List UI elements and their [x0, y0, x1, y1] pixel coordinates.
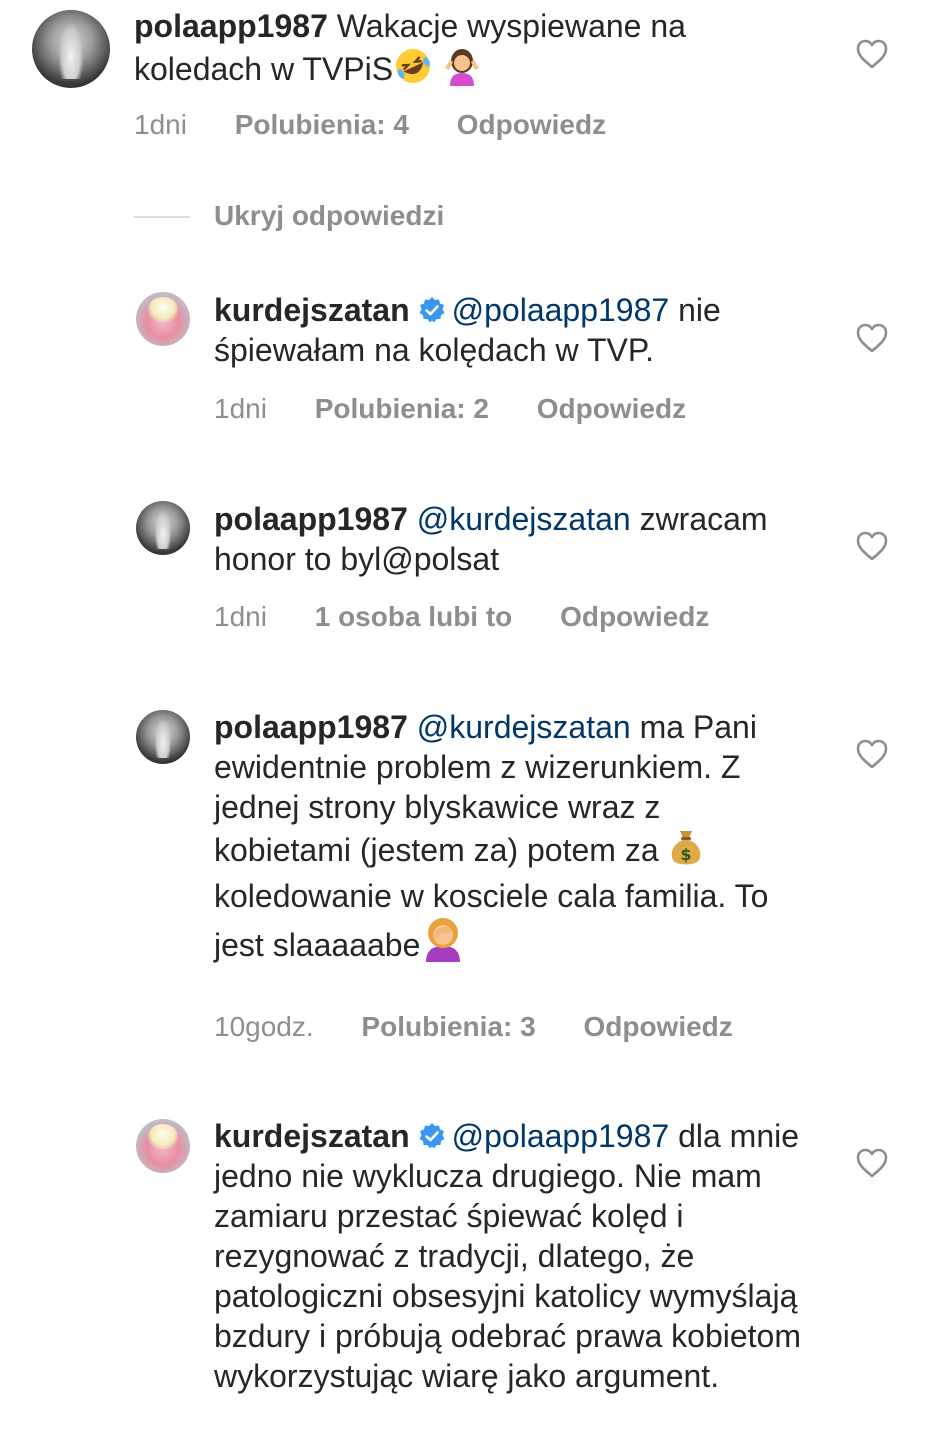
- person-shrugging-emoji: [442, 46, 482, 95]
- like-heart-icon[interactable]: [855, 1147, 889, 1179]
- username[interactable]: kurdejszatan: [214, 1118, 410, 1154]
- divider: [134, 216, 190, 218]
- avatar[interactable]: [32, 10, 110, 88]
- comment-meta: 1dni Polubienia: 4 Odpowiedz: [134, 108, 646, 142]
- rolling-on-floor-laughing-emoji: [393, 46, 433, 95]
- like-heart-icon[interactable]: [855, 38, 889, 70]
- person-facepalming-emoji: [420, 916, 466, 971]
- comment-meta: 10godz. Polubienia: 3 Odpowiedz: [214, 1010, 773, 1044]
- comment-text: kurdejszatan @polaapp1987 dla mnie jedno …: [214, 1116, 804, 1396]
- mention-link[interactable]: @kurdejszatan: [417, 709, 631, 745]
- timestamp: 1dni: [134, 109, 187, 140]
- svg-text:$: $: [680, 845, 691, 864]
- username[interactable]: polaapp1987: [134, 8, 328, 44]
- mention-link[interactable]: @kurdejszatan: [417, 501, 631, 537]
- timestamp: 1dni: [214, 393, 267, 424]
- avatar[interactable]: [136, 1119, 190, 1173]
- reply-button[interactable]: Odpowiedz: [537, 393, 686, 424]
- avatar[interactable]: [136, 501, 190, 555]
- timestamp: 1dni: [214, 601, 267, 632]
- avatar[interactable]: [136, 710, 190, 764]
- reply-button[interactable]: Odpowiedz: [560, 601, 709, 632]
- hide-replies-label[interactable]: Ukryj odpowiedzi: [214, 198, 444, 234]
- verified-badge-icon: [419, 1123, 445, 1149]
- comment-text: polaapp1987 @kurdejszatan zwracam honor …: [214, 499, 814, 579]
- username[interactable]: kurdejszatan: [214, 292, 410, 328]
- likes-count[interactable]: Polubienia: 4: [235, 109, 409, 140]
- username[interactable]: polaapp1987: [214, 709, 408, 745]
- mention-link[interactable]: @polaapp1987: [452, 292, 670, 328]
- like-heart-icon[interactable]: [855, 738, 889, 770]
- reply-button[interactable]: Odpowiedz: [583, 1011, 732, 1042]
- reply-button[interactable]: Odpowiedz: [457, 109, 606, 140]
- like-heart-icon[interactable]: [855, 530, 889, 562]
- comment-meta: 1dni 1 osoba lubi to Odpowiedz: [214, 600, 749, 634]
- username[interactable]: polaapp1987: [214, 501, 408, 537]
- likes-count[interactable]: 1 osoba lubi to: [315, 601, 513, 632]
- likes-count[interactable]: Polubienia: 3: [361, 1011, 535, 1042]
- comment-text: kurdejszatan @polaapp1987 nie śpiewałam n…: [214, 290, 814, 370]
- comment-text: polaapp1987 Wakacje wyspiewane na koleda…: [134, 6, 814, 95]
- comment-body: dla mnie jedno nie wyklucza drugiego. Ni…: [214, 1118, 801, 1394]
- verified-badge-icon: [419, 297, 445, 323]
- comment-text: polaapp1987 @kurdejszatan ma Pani ewiden…: [214, 707, 804, 971]
- comment-meta: 1dni Polubienia: 2 Odpowiedz: [214, 392, 726, 426]
- money-bag-emoji: $: [668, 827, 704, 876]
- mention-link[interactable]: @polaapp1987: [452, 1118, 670, 1154]
- comment-body-part-2: koledowanie w kosciele cala familia. To …: [214, 878, 769, 963]
- like-heart-icon[interactable]: [855, 322, 889, 354]
- avatar[interactable]: [136, 292, 190, 346]
- likes-count[interactable]: Polubienia: 2: [315, 393, 489, 424]
- timestamp: 10godz.: [214, 1011, 314, 1042]
